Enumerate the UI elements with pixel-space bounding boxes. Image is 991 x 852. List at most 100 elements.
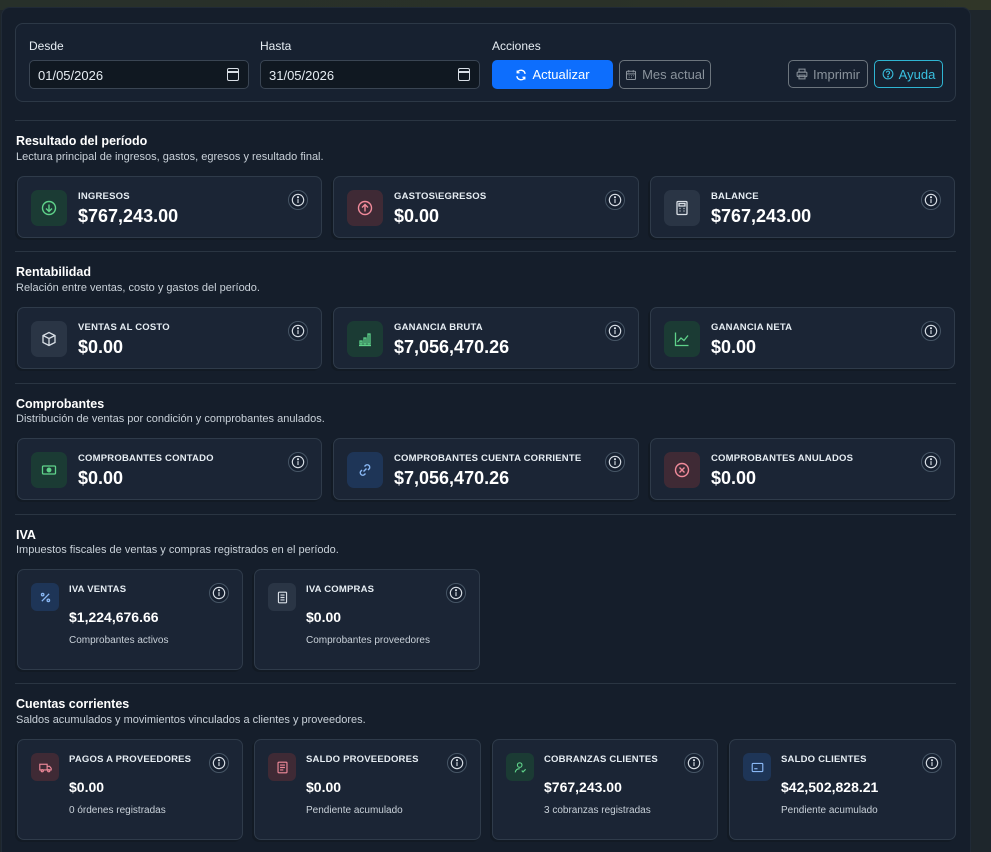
card-value: $0.00 [78, 468, 124, 488]
card-value: $7,056,470.26 [394, 468, 510, 488]
mes-actual-label: Mes actual [642, 67, 705, 82]
card-comprobantes-contado: COMPROBANTES CONTADO $0.00 [17, 438, 322, 500]
info-icon[interactable] [605, 452, 625, 472]
card-comprobantes-cuenta-corriente: COMPROBANTES CUENTA CORRIENTE $7,056,470… [333, 438, 639, 500]
info-icon[interactable] [288, 321, 308, 341]
card-subtext: 0 órdenes registradas [69, 805, 166, 816]
truck-icon [31, 753, 59, 781]
card-ingresos: INGRESOS $767,243.00 [17, 176, 322, 238]
section-title-resultado: Resultado del período [16, 134, 148, 148]
imprimir-label: Imprimir [813, 66, 860, 82]
card-balance: BALANCE $767,243.00 [650, 176, 955, 238]
info-icon[interactable] [921, 321, 941, 341]
card-title: GASTOS\EGRESOS [394, 191, 487, 202]
ayuda-button[interactable]: Ayuda [874, 60, 943, 88]
card-title: IVA VENTAS [69, 584, 127, 595]
info-icon[interactable] [921, 452, 941, 472]
calendar-icon [626, 69, 637, 80]
person-check-icon [506, 753, 534, 781]
calendar-icon[interactable] [458, 68, 470, 81]
section-title-cuentas: Cuentas corrientes [16, 697, 130, 711]
info-icon[interactable] [446, 583, 466, 603]
card-gastos-egresos: GASTOS\EGRESOS $0.00 [333, 176, 639, 238]
acciones-label: Acciones [492, 39, 541, 53]
link-icon [347, 452, 383, 488]
card-title: COMPROBANTES CONTADO [78, 453, 214, 464]
actualizar-button[interactable]: Actualizar [492, 60, 613, 89]
info-icon[interactable] [922, 753, 942, 773]
info-icon[interactable] [921, 190, 941, 210]
card-value: $0.00 [78, 337, 124, 357]
info-icon[interactable] [447, 753, 467, 773]
section-title-iva: IVA [16, 528, 36, 542]
info-icon[interactable] [684, 753, 704, 773]
card-title: BALANCE [711, 191, 759, 202]
card-value: $0.00 [394, 206, 440, 226]
ayuda-label: Ayuda [898, 66, 936, 82]
divider [15, 383, 956, 384]
divider [15, 120, 956, 121]
card-value: $0.00 [69, 779, 105, 795]
card-title: PAGOS A PROVEEDORES [69, 754, 192, 765]
bar-chart-icon [347, 321, 383, 357]
card-value: $0.00 [711, 468, 757, 488]
imprimir-button[interactable]: Imprimir [788, 60, 868, 88]
card-value: $767,243.00 [711, 206, 812, 226]
card-ganancia-bruta: GANANCIA BRUTA $7,056,470.26 [333, 307, 639, 369]
box-icon [31, 321, 67, 357]
section-subtitle-comprobantes: Distribución de ventas por condición y c… [16, 413, 325, 425]
hasta-date-value: 31/05/2026 [269, 68, 335, 83]
info-icon[interactable] [209, 753, 229, 773]
desde-date-input[interactable]: 01/05/2026 [29, 60, 249, 89]
card-saldo-proveedores: SALDO PROVEEDORES $0.00 Pendiente acumul… [254, 739, 481, 840]
card-value: $767,243.00 [544, 779, 622, 795]
card-subtext: Pendiente acumulado [781, 805, 878, 816]
arrow-up-circle-icon [347, 190, 383, 226]
percent-icon [31, 583, 59, 611]
card-value: $1,224,676.66 [69, 609, 159, 625]
card-title: COBRANZAS CLIENTES [544, 754, 658, 765]
card-title: SALDO CLIENTES [781, 754, 867, 765]
calendar-icon[interactable] [227, 68, 239, 81]
card-saldo-clientes: SALDO CLIENTES $42,502,828.21 Pendiente … [729, 739, 956, 840]
card-iva-compras: IVA COMPRAS $0.00 Comprobantes proveedor… [254, 569, 480, 670]
section-title-comprobantes: Comprobantes [16, 397, 105, 411]
card-ventas-al-costo: VENTAS AL COSTO $0.00 [17, 307, 322, 369]
trending-up-icon [664, 321, 700, 357]
help-circle-icon [882, 68, 894, 80]
section-subtitle-cuentas: Saldos acumulados y movimientos vinculad… [16, 714, 366, 726]
card-subtext: Comprobantes proveedores [306, 635, 430, 646]
divider [15, 683, 956, 684]
section-subtitle-resultado: Lectura principal de ingresos, gastos, e… [16, 151, 324, 163]
card-title: COMPROBANTES ANULADOS [711, 453, 854, 464]
card-title: IVA COMPRAS [306, 584, 375, 595]
info-icon[interactable] [605, 190, 625, 210]
card-title: GANANCIA NETA [711, 322, 793, 333]
card-value: $0.00 [711, 337, 757, 357]
info-icon[interactable] [209, 583, 229, 603]
card-title: VENTAS AL COSTO [78, 322, 170, 333]
info-icon[interactable] [605, 321, 625, 341]
credit-card-icon [743, 753, 771, 781]
hasta-date-input[interactable]: 31/05/2026 [260, 60, 480, 89]
section-subtitle-iva: Impuestos fiscales de ventas y compras r… [16, 544, 339, 556]
card-title: COMPROBANTES CUENTA CORRIENTE [394, 453, 582, 464]
document-icon [268, 753, 296, 781]
filter-bar: Desde 01/05/2026 Hasta 31/05/2026 Accion… [15, 23, 956, 102]
card-comprobantes-anulados: COMPROBANTES ANULADOS $0.00 [650, 438, 955, 500]
info-icon[interactable] [288, 190, 308, 210]
x-circle-icon [664, 452, 700, 488]
card-value: $42,502,828.21 [781, 779, 879, 795]
calculator-icon [664, 190, 700, 226]
card-subtext: Comprobantes activos [69, 635, 169, 646]
mes-actual-button[interactable]: Mes actual [619, 60, 711, 89]
divider [15, 514, 956, 515]
card-value: $767,243.00 [78, 206, 179, 226]
info-icon[interactable] [288, 452, 308, 472]
card-ganancia-neta: GANANCIA NETA $0.00 [650, 307, 955, 369]
desde-label: Desde [29, 39, 64, 53]
refresh-icon [516, 69, 527, 80]
printer-icon [796, 68, 808, 80]
desde-date-value: 01/05/2026 [38, 68, 104, 83]
card-value: $7,056,470.26 [394, 337, 510, 357]
